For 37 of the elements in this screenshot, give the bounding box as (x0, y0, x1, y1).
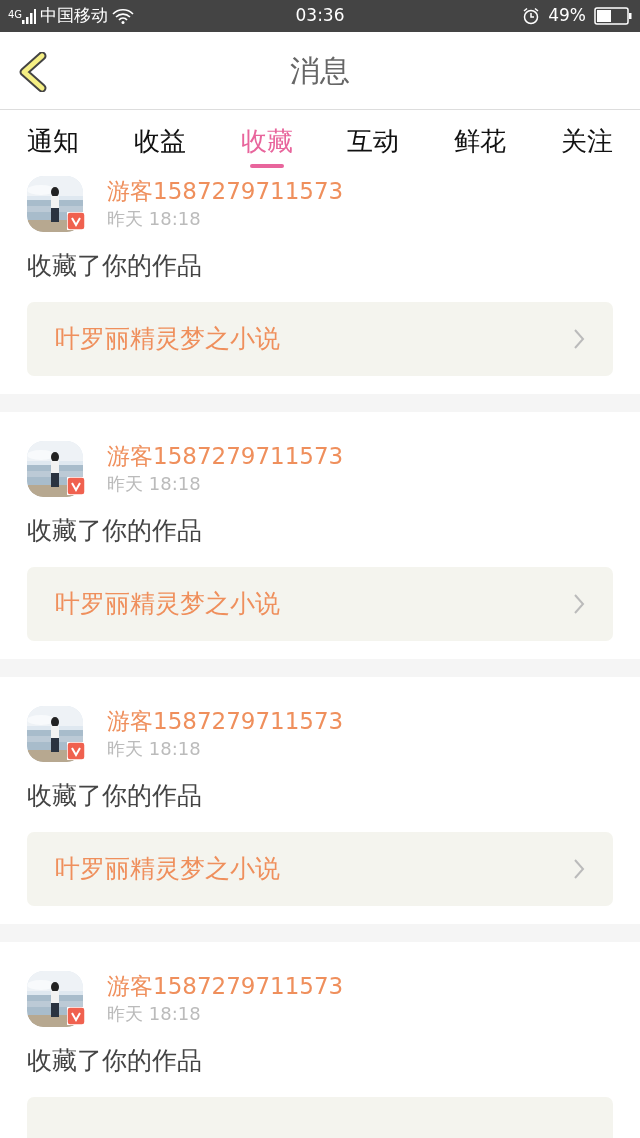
work-link[interactable]: 叶罗丽精灵梦之小说 (27, 567, 613, 641)
user-name[interactable]: 游客1587279711573 (107, 971, 344, 1001)
page-title: 消息 (290, 52, 350, 90)
tab[interactable]: 关注 (533, 110, 640, 172)
alarm-icon (522, 7, 541, 25)
clock-time: 03:36 (295, 4, 345, 28)
message-time: 昨天 18:18 (107, 737, 202, 761)
work-link[interactable]: 叶罗丽精灵梦之小说 (27, 302, 613, 376)
badge-icon (67, 477, 85, 495)
message-text: 收藏了你的作品 (27, 250, 203, 282)
badge-icon (67, 1007, 85, 1025)
battery-percent: 49% (548, 4, 586, 28)
tab[interactable]: 通知 (0, 110, 107, 172)
message-time: 昨天 18:18 (107, 1002, 202, 1026)
carrier-name: 中国移动 (40, 4, 109, 28)
user-name[interactable]: 游客1587279711573 (107, 441, 344, 471)
badge-icon (67, 212, 85, 230)
work-link[interactable]: 叶罗丽精灵梦之小说 (27, 832, 613, 906)
user-name[interactable]: 游客1587279711573 (107, 176, 344, 206)
wifi-icon (112, 8, 135, 24)
tab[interactable]: 收藏 (213, 110, 320, 172)
signal-icon (22, 8, 37, 24)
user-name[interactable]: 游客1587279711573 (107, 706, 344, 736)
chevron-icon (573, 593, 585, 615)
network-type: 4G (8, 8, 23, 23)
chevron-icon (573, 328, 585, 350)
tab[interactable]: 收益 (106, 110, 214, 172)
tab[interactable]: 鲜花 (426, 110, 534, 172)
message-text: 收藏了你的作品 (27, 515, 203, 547)
tab[interactable]: 互动 (320, 110, 427, 172)
message-text: 收藏了你的作品 (27, 1045, 203, 1077)
message-text: 收藏了你的作品 (27, 780, 203, 812)
message-time: 昨天 18:18 (107, 207, 202, 231)
chevron-icon (573, 858, 585, 880)
badge-icon (67, 742, 85, 760)
message-time: 昨天 18:18 (107, 472, 202, 496)
battery-icon (594, 7, 632, 25)
